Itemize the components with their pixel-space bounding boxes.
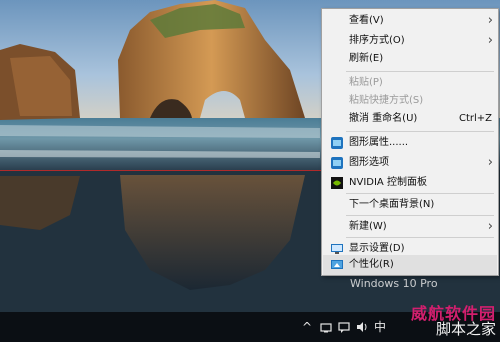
volume-icon[interactable]: [356, 321, 368, 335]
menu-item-view[interactable]: 查看(V) ›: [323, 11, 497, 31]
menu-item-sort-by[interactable]: 排序方式(O) ›: [323, 31, 497, 51]
personalize-icon: [331, 259, 343, 271]
menu-item-nvidia-control-panel[interactable]: NVIDIA 控制面板: [323, 173, 497, 193]
menu-item-graphics-properties[interactable]: 图形属性......: [323, 133, 497, 153]
menu-item-paste: 粘贴(P): [349, 77, 383, 88]
graphics-properties-icon: [331, 137, 343, 149]
tray-overflow-chevron-icon[interactable]: ^: [302, 321, 312, 333]
chevron-right-icon: ›: [487, 13, 493, 28]
menu-separator: [346, 131, 494, 132]
brand-subtitle: 脚本之家: [435, 320, 496, 338]
shortcut-ctrl-z: Ctrl+Z: [459, 113, 493, 124]
windows-watermark: Windows 10 Pro: [350, 277, 438, 290]
menu-item-undo-rename[interactable]: 撤消 重命名(U) Ctrl+Z: [323, 109, 497, 129]
menu-separator: [346, 215, 494, 216]
network-icon[interactable]: [320, 321, 332, 335]
desktop-context-menu: 查看(V) › 排序方式(O) › 刷新(E) 粘贴(P) 粘贴快捷方式(S) …: [321, 8, 499, 276]
red-guide-line: [0, 170, 321, 171]
chevron-right-icon: ›: [487, 219, 493, 234]
input-language[interactable]: 中: [374, 321, 386, 333]
site-brand-watermark: 威航软件园 脚本之家: [411, 300, 496, 338]
action-center-icon[interactable]: [338, 321, 350, 335]
menu-item-refresh[interactable]: 刷新(E): [323, 49, 497, 69]
nvidia-icon: [331, 177, 343, 189]
menu-separator: [346, 71, 494, 72]
display-settings-icon: [331, 243, 343, 255]
menu-item-paste-shortcut: 粘贴快捷方式(S): [349, 95, 424, 106]
menu-separator: [346, 237, 494, 238]
menu-separator: [346, 193, 494, 194]
menu-item-next-desktop-background[interactable]: 下一个桌面背景(N): [323, 195, 497, 215]
menu-item-graphics-options[interactable]: 图形选项 ›: [323, 153, 497, 173]
chevron-right-icon: ›: [487, 33, 493, 48]
chevron-right-icon: ›: [487, 155, 493, 170]
graphics-options-icon: [331, 157, 343, 169]
menu-item-new[interactable]: 新建(W) ›: [323, 217, 497, 237]
menu-item-personalize[interactable]: 个性化(R): [323, 255, 497, 275]
